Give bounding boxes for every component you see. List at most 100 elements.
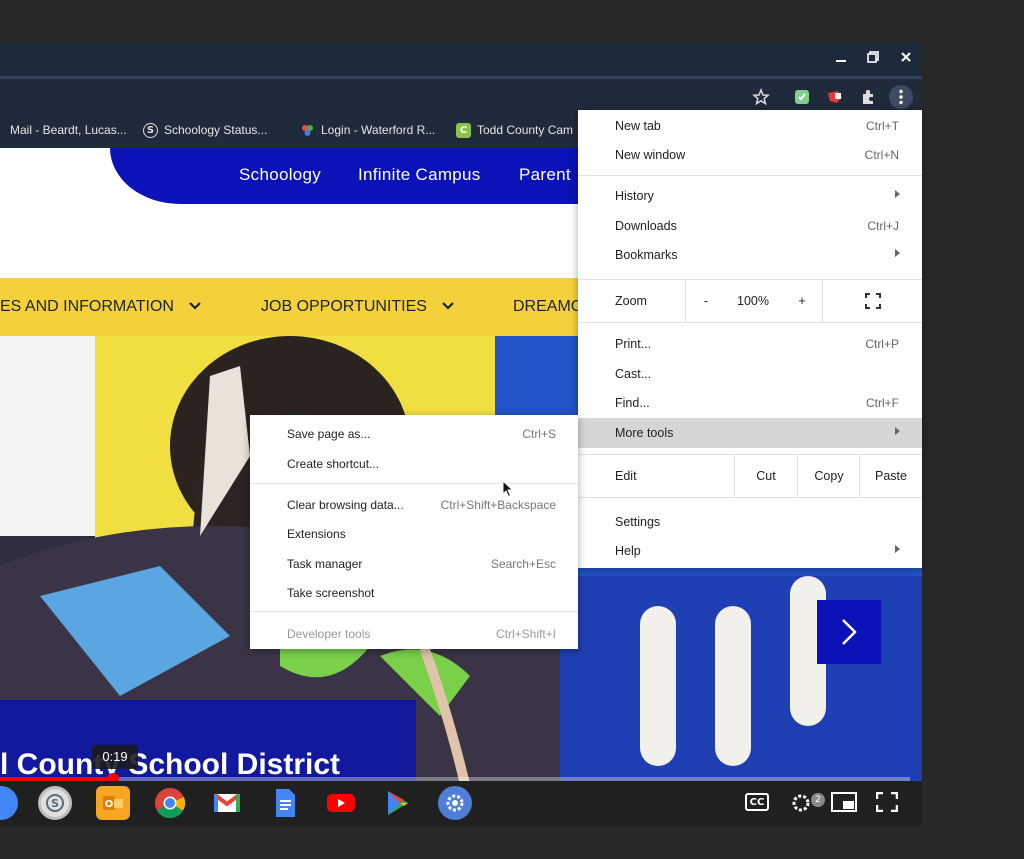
menu-item-shortcut: Ctrl+N [864, 148, 899, 162]
chrome-main-menu: New tab Ctrl+T New window Ctrl+N History… [578, 110, 922, 568]
menu-item-shortcut: Ctrl+T [866, 119, 899, 133]
bookmark-schoology-status[interactable]: S Schoology Status... [143, 121, 267, 139]
fullscreen-icon [864, 293, 881, 309]
minimize-icon[interactable] [832, 50, 850, 68]
play-store-app-icon[interactable] [381, 786, 415, 820]
submenu-item-save-page-as[interactable]: Save page as... Ctrl+S [250, 418, 578, 448]
menu-separator [250, 483, 578, 484]
submenu-item-take-screenshot[interactable]: Take screenshot [250, 577, 578, 607]
bookmark-waterford-login[interactable]: Login - Waterford R... [300, 121, 435, 139]
miniplayer-icon[interactable] [831, 792, 857, 812]
menu-item-downloads[interactable]: Downloads Ctrl+J [578, 211, 922, 241]
menu-item-label: Bookmarks [615, 248, 678, 262]
video-fullscreen-icon[interactable] [876, 792, 898, 812]
extension-red-icon[interactable] [824, 86, 846, 108]
bookmark-star-icon[interactable] [750, 86, 772, 108]
main-nav-job-opportunities[interactable]: JOB OPPORTUNITIES [261, 298, 455, 316]
menu-item-new-tab[interactable]: New tab Ctrl+T [578, 111, 922, 141]
campus-icon: C [456, 122, 471, 138]
menu-item-label: History [615, 189, 654, 203]
menu-item-label: Help [615, 544, 641, 558]
menu-item-label: Downloads [615, 219, 677, 233]
shelf-app-partial-icon[interactable] [0, 786, 18, 820]
menu-item-shortcut: Ctrl+J [867, 219, 899, 233]
submenu-arrow-icon [895, 249, 900, 257]
submenu-item-label: Extensions [287, 527, 346, 541]
gmail-app-icon[interactable] [210, 786, 244, 820]
menu-item-label: Cast... [615, 367, 652, 381]
submenu-arrow-icon [895, 545, 900, 553]
fullscreen-button[interactable] [823, 280, 922, 322]
extension-green-icon[interactable] [791, 86, 813, 108]
copy-button[interactable]: Copy [798, 455, 860, 497]
chrome-app-icon[interactable] [153, 786, 187, 820]
svg-text:S: S [51, 797, 59, 810]
menu-item-label: New tab [615, 119, 661, 133]
cut-button[interactable]: Cut [735, 455, 797, 497]
menu-item-find[interactable]: Find... Ctrl+F [578, 388, 922, 418]
bookmark-mail[interactable]: Mail - Beardt, Lucas... [10, 121, 127, 139]
settings-app-icon[interactable] [438, 786, 472, 820]
menu-item-new-window[interactable]: New window Ctrl+N [578, 140, 922, 170]
close-icon[interactable] [897, 50, 915, 68]
submenu-item-label: Developer tools [287, 627, 371, 641]
video-settings-gear-icon[interactable] [789, 791, 813, 815]
svg-text:O: O [105, 799, 114, 810]
menu-item-print[interactable]: Print... Ctrl+P [578, 329, 922, 359]
waterford-icon [300, 123, 315, 138]
puzzle-extensions-icon[interactable] [857, 86, 879, 108]
submenu-item-clear-browsing-data[interactable]: Clear browsing data... Ctrl+Shift+Backsp… [250, 489, 578, 519]
submenu-item-create-shortcut[interactable]: Create shortcut... [250, 448, 578, 478]
menu-item-settings[interactable]: Settings [578, 507, 922, 537]
submenu-item-task-manager[interactable]: Task manager Search+Esc [250, 548, 578, 578]
menu-item-cast[interactable]: Cast... [578, 359, 922, 389]
menu-item-history[interactable]: History [578, 181, 922, 211]
google-docs-app-icon[interactable] [268, 786, 302, 820]
bookmark-label: Login - Waterford R... [321, 123, 436, 137]
os-shelf: S O CC 2 [0, 781, 922, 826]
schoology-app-icon[interactable]: S [38, 786, 72, 820]
zoom-out-button[interactable]: - [686, 280, 726, 322]
schoology-icon: S [143, 122, 158, 138]
submenu-item-extensions[interactable]: Extensions [250, 518, 578, 548]
submenu-item-label: Task manager [287, 557, 363, 571]
screenshot-stage: Mail - Beardt, Lucas... S Schoology Stat… [0, 0, 1024, 859]
submenu-item-shortcut: Ctrl+Shift+Backspace [440, 498, 556, 512]
zoom-row: Zoom - 100% + [578, 279, 922, 323]
nav-link-schoology[interactable]: Schoology [239, 165, 321, 185]
menu-item-more-tools[interactable]: More tools [578, 418, 922, 448]
zoom-level-value: 100% [737, 294, 769, 308]
paste-button[interactable]: Paste [860, 455, 922, 497]
restore-icon[interactable] [864, 50, 882, 68]
chevron-right-icon [842, 619, 857, 645]
bookmark-label: Mail - Beardt, Lucas... [10, 123, 127, 137]
next-slide-button[interactable] [817, 600, 881, 664]
menu-item-label: Print... [615, 337, 652, 351]
title-bar [0, 42, 922, 76]
menu-item-shortcut: Ctrl+F [866, 396, 899, 410]
menu-item-label: More tools [615, 426, 674, 440]
main-nav-dreamcatcher[interactable]: DREAMC [513, 298, 582, 316]
youtube-app-icon[interactable] [324, 786, 358, 820]
bookmark-todd-county-campus[interactable]: C Todd County Cam [456, 121, 573, 139]
more-tools-submenu: Save page as... Ctrl+S Create shortcut..… [250, 415, 578, 649]
submenu-arrow-icon [895, 190, 900, 198]
captions-button[interactable]: CC [745, 793, 769, 811]
submenu-item-shortcut: Search+Esc [490, 557, 556, 571]
bookmark-label: Schoology Status... [164, 123, 268, 137]
nav-link-parent[interactable]: Parent [519, 165, 571, 185]
zoom-in-button[interactable]: + [780, 280, 824, 322]
main-nav-resources[interactable]: ES AND INFORMATION [0, 298, 202, 316]
submenu-arrow-icon [895, 427, 900, 435]
bookmark-label: Todd County Cam [477, 123, 574, 137]
menu-item-help[interactable]: Help [578, 536, 922, 566]
submenu-item-developer-tools[interactable]: Developer tools Ctrl+Shift+I [250, 618, 578, 648]
menu-item-label: Settings [615, 515, 661, 529]
menu-item-bookmarks[interactable]: Bookmarks [578, 240, 922, 270]
menu-separator [250, 611, 578, 612]
nav-link-infinite-campus[interactable]: Infinite Campus [358, 165, 481, 185]
video-timestamp-tooltip: 0:19 [92, 745, 138, 769]
submenu-item-label: Save page as... [287, 427, 371, 441]
outlook-app-icon[interactable]: O [96, 786, 130, 820]
chrome-menu-kebab-icon[interactable] [889, 85, 913, 109]
